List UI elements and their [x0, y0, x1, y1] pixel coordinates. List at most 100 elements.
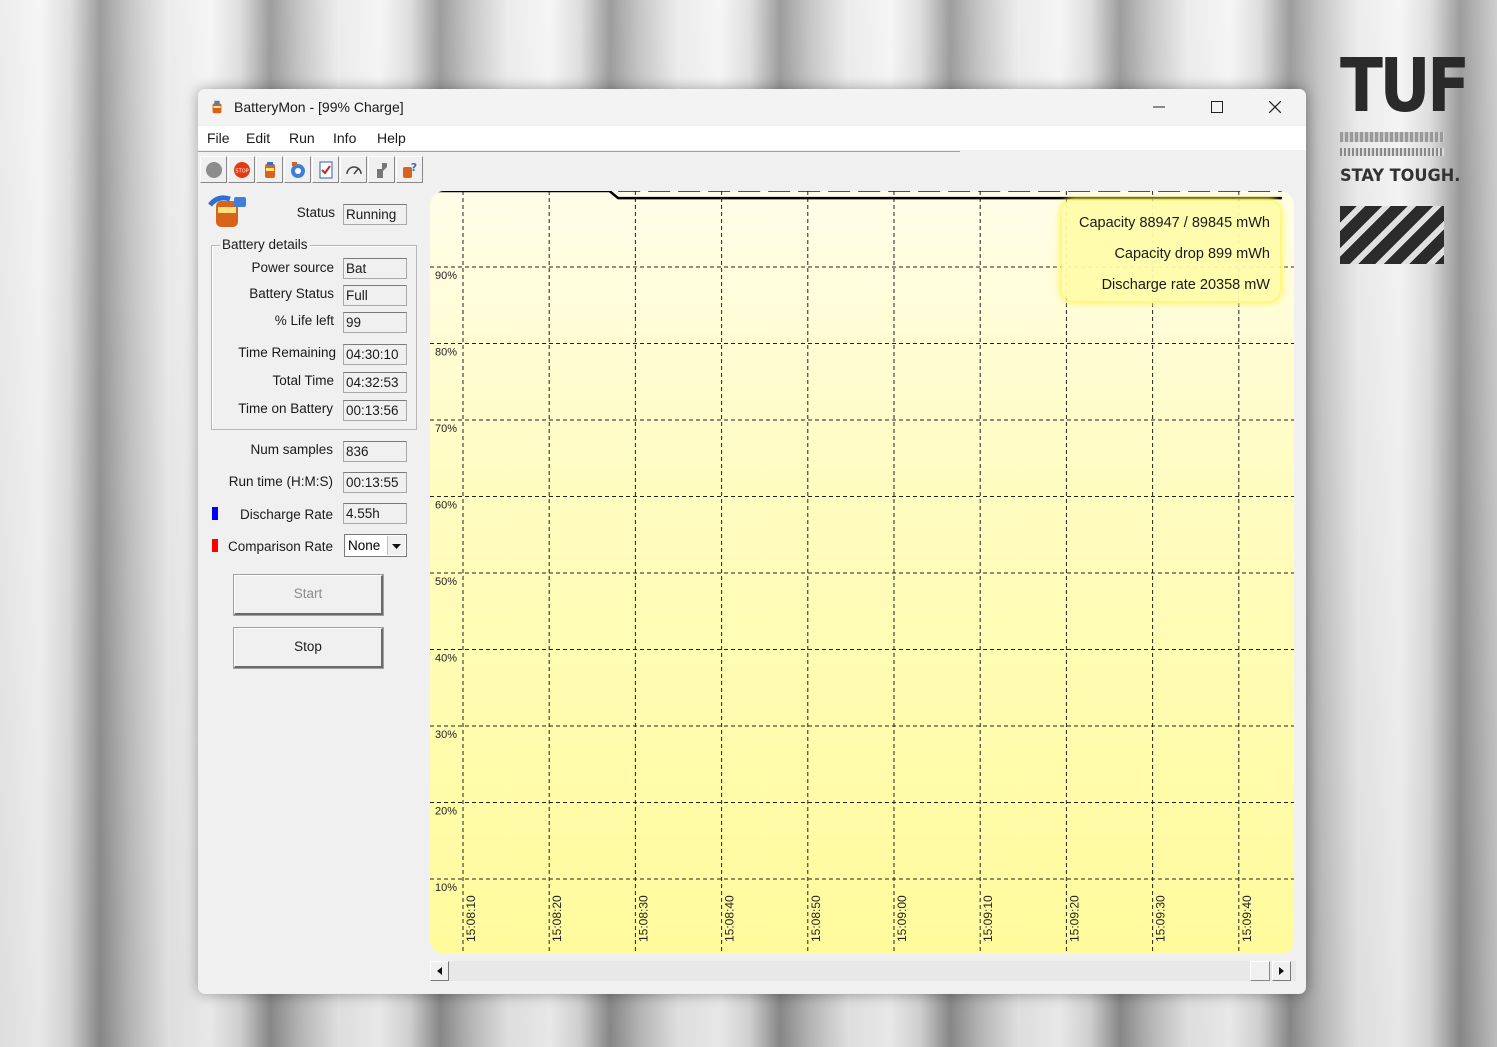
comparison-rate-value: None — [348, 538, 381, 553]
comparison-rate-select[interactable]: None — [344, 534, 407, 557]
maximize-icon — [1211, 101, 1223, 113]
x-tick-label: 15:09:30 — [1154, 895, 1168, 942]
battery-details-title: Battery details — [220, 237, 310, 252]
y-tick-label: 30% — [435, 729, 457, 741]
checklist-icon — [319, 161, 333, 179]
time-on-battery-field: 00:13:56 — [343, 400, 407, 421]
tuf-logo: TUF STAY TOUGH. — [1340, 43, 1470, 264]
decorative-bars — [1340, 148, 1444, 156]
legend-capacity: Capacity 88947 / 89845 mWh — [1078, 215, 1270, 231]
battery-logo-icon — [208, 195, 246, 227]
menu-divider — [198, 151, 960, 152]
legend-discharge-rate: Discharge rate 20358 mW — [1101, 277, 1270, 293]
toolbar-hand-button[interactable] — [368, 156, 395, 183]
toolbar-record-button[interactable] — [200, 156, 227, 183]
menu-run[interactable]: Run — [289, 130, 315, 146]
status-field: Running — [343, 204, 407, 225]
life-left-field: 99 — [343, 312, 407, 333]
comparison-rate-label: Comparison Rate — [227, 539, 333, 554]
scroll-right-button[interactable] — [1272, 961, 1291, 981]
close-button[interactable] — [1246, 89, 1304, 125]
minimize-icon — [1153, 106, 1165, 108]
batterymon-window: BatteryMon - [99% Charge] File Edit Run … — [198, 89, 1306, 994]
brand-slogan: STAY TOUGH. — [1340, 166, 1461, 186]
toolbar-help-button[interactable]: ? — [396, 156, 423, 183]
battery-icon — [265, 162, 275, 178]
minimize-button[interactable] — [1130, 89, 1188, 125]
toolbar-checklist-button[interactable] — [312, 156, 339, 183]
record-icon — [206, 162, 222, 178]
y-tick-label: 50% — [435, 576, 457, 588]
help-icon: ? — [403, 161, 417, 178]
charge-line — [437, 191, 1282, 200]
power-source-label: Power source — [251, 260, 334, 275]
y-tick-label: 40% — [435, 653, 457, 665]
svg-text:?: ? — [411, 161, 417, 174]
menu-info[interactable]: Info — [333, 130, 356, 146]
stop-icon: STOP — [234, 162, 250, 178]
battery-status-field: Full — [343, 285, 407, 306]
decorative-stripes — [1340, 206, 1444, 264]
chart-canvas: 90% 80% 70% 60% 50% 40% 30% 20% 10% 15:08:10 15:08… — [430, 191, 1294, 954]
horizontal-scrollbar[interactable] — [430, 961, 1296, 981]
arrow-left-icon — [437, 967, 442, 975]
window-title: BatteryMon - [99% Charge] — [234, 99, 404, 115]
battery-status-label: Battery Status — [249, 286, 334, 301]
toolbar: STOP ? — [200, 156, 430, 184]
y-tick-label: 80% — [435, 347, 457, 359]
discharge-rate-field: 4.55h — [343, 503, 407, 524]
x-tick-label: 15:09:10 — [981, 895, 995, 942]
menu-edit[interactable]: Edit — [246, 130, 270, 146]
decorative-bars — [1340, 132, 1444, 142]
menu-file[interactable]: File — [207, 130, 230, 146]
y-tick-label: 60% — [435, 500, 457, 512]
toolbar-gauge-button[interactable] — [340, 156, 367, 183]
y-tick-label: 90% — [435, 270, 457, 282]
y-tick-label: 10% — [435, 882, 457, 894]
x-tick-label: 15:08:30 — [636, 895, 650, 942]
x-tick-label: 15:08:20 — [550, 895, 564, 942]
menu-help[interactable]: Help — [377, 130, 406, 146]
maximize-button[interactable] — [1188, 89, 1246, 125]
discharge-rate-swatch — [212, 507, 218, 520]
chart-legend: Capacity 88947 / 89845 mWh Capacity drop… — [1062, 201, 1280, 301]
start-button[interactable]: Start — [233, 574, 384, 616]
run-time-field: 00:13:55 — [343, 472, 407, 493]
toolbar-stop-button[interactable]: STOP — [228, 156, 255, 183]
total-time-label: Total Time — [272, 373, 334, 388]
toolbar-battery-button[interactable] — [256, 156, 283, 183]
x-tick-label: 15:08:10 — [464, 895, 478, 942]
settings-icon — [291, 162, 305, 178]
stop-button[interactable]: Stop — [233, 627, 384, 669]
total-time-field: 04:32:53 — [343, 372, 407, 393]
x-tick-label: 15:08:40 — [723, 895, 737, 942]
run-time-label: Run time (H:M:S) — [228, 474, 333, 489]
title-bar[interactable]: BatteryMon - [99% Charge] — [198, 89, 1306, 125]
x-tick-label: 15:09:20 — [1067, 895, 1081, 942]
power-source-field: Bat — [343, 258, 407, 279]
chevron-down-icon[interactable] — [387, 536, 405, 555]
discharge-rate-label: Discharge Rate — [239, 507, 333, 522]
num-samples-field: 836 — [343, 441, 407, 462]
status-label: Status — [296, 205, 335, 220]
toolbar-settings-button[interactable] — [284, 156, 311, 183]
time-remaining-label: Time Remaining — [238, 345, 336, 360]
time-on-battery-label: Time on Battery — [238, 401, 333, 416]
x-tick-label: 15:08:50 — [809, 895, 823, 942]
gauge-icon — [346, 166, 362, 175]
x-tick-label: 15:09:00 — [895, 895, 909, 942]
close-icon — [1269, 101, 1281, 113]
brand-title: TUF — [1340, 43, 1470, 129]
scroll-left-button[interactable] — [430, 961, 449, 981]
time-remaining-field: 04:30:10 — [343, 344, 407, 365]
arrow-right-icon — [1279, 967, 1284, 975]
legend-capacity-drop: Capacity drop 899 mWh — [1114, 246, 1270, 262]
hand-icon — [377, 163, 387, 178]
y-tick-label: 20% — [435, 806, 457, 818]
scroll-thumb[interactable] — [1250, 961, 1270, 981]
life-left-label: % Life left — [274, 313, 334, 328]
y-tick-label: 70% — [435, 423, 457, 435]
x-tick-label: 15:09:40 — [1240, 895, 1254, 942]
num-samples-label: Num samples — [250, 442, 333, 457]
svg-text:STOP: STOP — [235, 169, 248, 175]
